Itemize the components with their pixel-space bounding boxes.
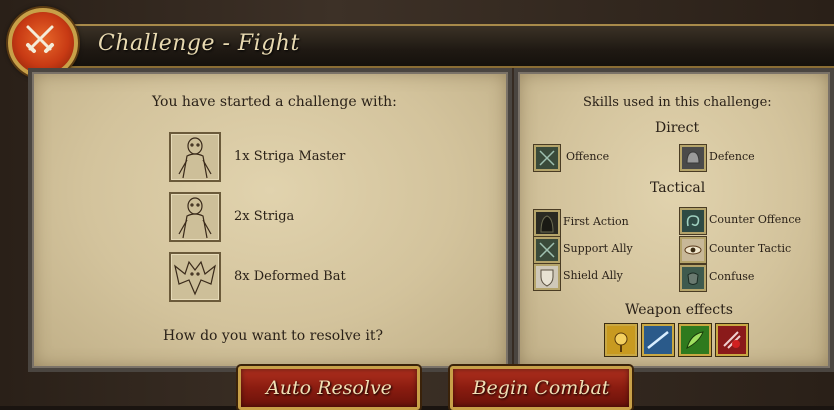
begin-combat-button[interactable]: Begin Combat	[450, 366, 632, 410]
skill-label: Counter Tactic	[709, 242, 792, 255]
skills-heading: Skills used in this challenge:	[583, 95, 772, 110]
enemy-label: 1x Striga Master	[234, 149, 346, 164]
auto-resolve-label: Auto Resolve	[266, 377, 392, 399]
helmet-icon	[680, 145, 706, 171]
weapon-effects-heading: Weapon effects	[625, 302, 733, 318]
hooded-figure-icon	[534, 210, 560, 236]
striga-master-portrait	[169, 132, 221, 182]
skill-label: First Action	[563, 215, 629, 228]
blue-slash-icon	[642, 324, 674, 356]
skill-label: Support Ally	[563, 242, 633, 255]
striga-portrait	[169, 192, 221, 242]
skill-label: Counter Offence	[709, 213, 801, 226]
skill-label: Offence	[566, 150, 610, 163]
crossed-swords-icon	[534, 237, 560, 263]
serpent-icon	[680, 208, 706, 234]
tactical-heading: Tactical	[650, 180, 706, 196]
mask-icon	[680, 265, 706, 291]
begin-combat-label: Begin Combat	[472, 377, 610, 399]
crossed-swords-icon	[534, 145, 560, 171]
skill-label: Shield Ally	[563, 269, 623, 282]
shield-icon	[534, 264, 560, 290]
challenge-intro: You have started a challenge with:	[152, 94, 397, 110]
deformed-bat-portrait	[169, 252, 221, 302]
green-effect-icon	[679, 324, 711, 356]
skill-label: Confuse	[709, 270, 755, 283]
red-effect-icon	[716, 324, 748, 356]
window-title: Challenge - Fight	[98, 31, 300, 56]
auto-resolve-button[interactable]: Auto Resolve	[238, 366, 420, 410]
skill-label: Defence	[709, 150, 755, 163]
eye-icon	[680, 237, 706, 263]
resolve-question: How do you want to resolve it?	[163, 328, 383, 344]
direct-heading: Direct	[655, 120, 700, 136]
enemy-label: 8x Deformed Bat	[234, 269, 346, 284]
enemy-label: 2x Striga	[234, 209, 295, 224]
gold-effect-icon	[605, 324, 637, 356]
